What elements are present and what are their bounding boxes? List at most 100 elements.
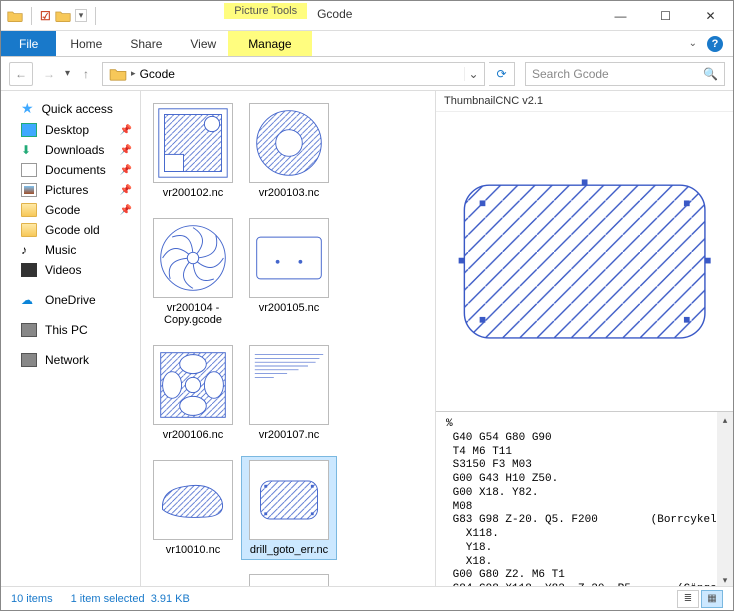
file-item[interactable]: vr200104 - Copy.gcode (145, 214, 241, 331)
folder-icon (21, 203, 37, 217)
content-area: vr200102.nc vr200103.nc vr200104 - Copy.… (141, 91, 733, 588)
sidebar-network[interactable]: Network (3, 350, 138, 370)
tab-home[interactable]: Home (56, 31, 116, 56)
address-dropdown-icon[interactable]: ⌄ (464, 67, 482, 81)
status-selection-label: 1 item selected (71, 593, 145, 605)
file-item[interactable]: vr200102.nc (145, 99, 241, 204)
qat-check-icon[interactable]: ☑ (40, 9, 51, 23)
sidebar-this-pc[interactable]: This PC (3, 320, 138, 340)
qat-dropdown-icon[interactable]: ▾ (75, 9, 88, 22)
file-name: vr200103.nc (243, 187, 335, 200)
forward-button[interactable]: → (37, 62, 61, 86)
sidebar-onedrive[interactable]: ☁ OneDrive (3, 290, 138, 310)
folder-icon (7, 9, 23, 23)
close-button[interactable]: ✕ (688, 1, 733, 30)
file-thumbnail (249, 345, 329, 425)
preview-title: ThumbnailCNC v2.1 (436, 91, 733, 112)
file-item[interactable]: vr10010.nc (145, 456, 241, 561)
sidebar-item-gcode-old[interactable]: Gcode old (3, 220, 138, 240)
file-item[interactable]: vr200107.nc (241, 341, 337, 446)
file-grid[interactable]: vr200102.nc vr200103.nc vr200104 - Copy.… (141, 91, 435, 588)
navigation-pane: ★ Quick access Desktop 📌 ⬇ Downloads 📌 D… (1, 91, 141, 588)
help-icon[interactable]: ? (707, 36, 723, 52)
titlebar: ☑ ▾ Picture Tools Gcode — ☐ ✕ (1, 1, 733, 31)
status-bar: 10 items 1 item selected 3.91 KB ≣ ▦ (1, 586, 733, 610)
file-name: drill_goto_err.nc (243, 544, 335, 557)
sidebar-item-label: Gcode (45, 203, 80, 217)
details-view-button[interactable]: ≣ (677, 590, 699, 608)
pin-icon: 📌 (120, 205, 132, 216)
file-name: vr200105.nc (243, 302, 335, 315)
status-item-count: 10 items (11, 593, 53, 605)
search-input[interactable]: Search Gcode 🔍 (525, 62, 725, 86)
folder-icon (21, 223, 37, 237)
status-size: 3.91 KB (151, 593, 190, 605)
thumbnails-view-button[interactable]: ▦ (701, 590, 723, 608)
pin-icon: 📌 (120, 125, 132, 136)
pin-icon: 📌 (120, 145, 132, 156)
documents-icon (21, 163, 37, 177)
minimize-button[interactable]: — (598, 1, 643, 30)
file-name: vr200106.nc (147, 429, 239, 442)
preview-thumbnail (436, 112, 733, 412)
star-icon: ★ (21, 100, 34, 117)
address-bar[interactable]: ▸ Gcode ⌄ (102, 62, 485, 86)
file-item[interactable]: vr200103.nc (241, 99, 337, 204)
breadcrumb-segment[interactable]: Gcode (136, 67, 179, 81)
tab-view[interactable]: View (176, 31, 230, 56)
ribbon-tabs: File Home Share View Manage ⌄ ? (1, 31, 733, 57)
divider (95, 7, 96, 25)
file-thumbnail (153, 345, 233, 425)
refresh-button[interactable]: ⟳ (489, 62, 515, 86)
sidebar-item-pictures[interactable]: Pictures 📌 (3, 180, 138, 200)
sidebar-item-label: Quick access (42, 102, 113, 116)
file-thumbnail (249, 103, 329, 183)
main-area: ★ Quick access Desktop 📌 ⬇ Downloads 📌 D… (1, 91, 733, 588)
file-thumbnail (249, 460, 329, 540)
status-selection: 1 item selected 3.91 KB (71, 593, 190, 605)
up-button[interactable]: ↑ (74, 62, 98, 86)
divider (31, 7, 32, 25)
pc-icon (21, 323, 37, 337)
ribbon-expand-icon[interactable]: ⌄ (689, 38, 697, 49)
file-item[interactable]: vr200105.nc (241, 214, 337, 331)
network-icon (21, 353, 37, 367)
scroll-up-icon[interactable]: ▴ (717, 412, 733, 428)
preview-text[interactable]: % G40 G54 G80 G90 T4 M6 T11 S3150 F3 M03… (436, 412, 733, 588)
preview-pane: ThumbnailCNC v2.1 % G40 G54 G80 G90 T4 M… (435, 91, 733, 588)
sidebar-item-gcode[interactable]: Gcode 📌 (3, 200, 138, 220)
history-dropdown-icon[interactable]: ▾ (65, 68, 70, 79)
file-item[interactable]: drill_goto_err.nc (241, 456, 337, 561)
sidebar-item-music[interactable]: ♪ Music (3, 240, 138, 260)
sidebar-item-desktop[interactable]: Desktop 📌 (3, 120, 138, 140)
sidebar-item-downloads[interactable]: ⬇ Downloads 📌 (3, 140, 138, 160)
tab-share[interactable]: Share (116, 31, 176, 56)
contextual-tab-label: Picture Tools (224, 3, 307, 19)
maximize-button[interactable]: ☐ (643, 1, 688, 30)
sidebar-item-label: Network (45, 353, 89, 367)
sidebar-item-videos[interactable]: Videos (3, 260, 138, 280)
navigation-bar: ← → ▾ ↑ ▸ Gcode ⌄ ⟳ Search Gcode 🔍 (1, 57, 733, 91)
sidebar-quick-access[interactable]: ★ Quick access (3, 97, 138, 120)
onedrive-icon: ☁ (21, 293, 37, 307)
file-tab[interactable]: File (1, 31, 56, 56)
scrollbar[interactable]: ▴ ▾ (717, 412, 733, 588)
back-button[interactable]: ← (9, 62, 33, 86)
file-name: vr10010.nc (147, 544, 239, 557)
folder-icon[interactable] (55, 9, 71, 23)
tab-manage[interactable]: Manage (228, 31, 311, 56)
pin-icon: 📌 (120, 185, 132, 196)
file-name: vr200102.nc (147, 187, 239, 200)
file-thumbnail (153, 218, 233, 298)
desktop-icon (21, 123, 37, 137)
file-item[interactable]: vr200106.nc (145, 341, 241, 446)
window-controls: — ☐ ✕ (598, 1, 733, 30)
search-icon: 🔍 (703, 67, 718, 81)
sidebar-item-label: Pictures (45, 183, 88, 197)
file-thumbnail (249, 218, 329, 298)
sidebar-item-label: This PC (45, 323, 88, 337)
sidebar-item-documents[interactable]: Documents 📌 (3, 160, 138, 180)
pin-icon: 📌 (120, 165, 132, 176)
sidebar-item-label: Downloads (45, 143, 104, 157)
pictures-icon (21, 183, 37, 197)
